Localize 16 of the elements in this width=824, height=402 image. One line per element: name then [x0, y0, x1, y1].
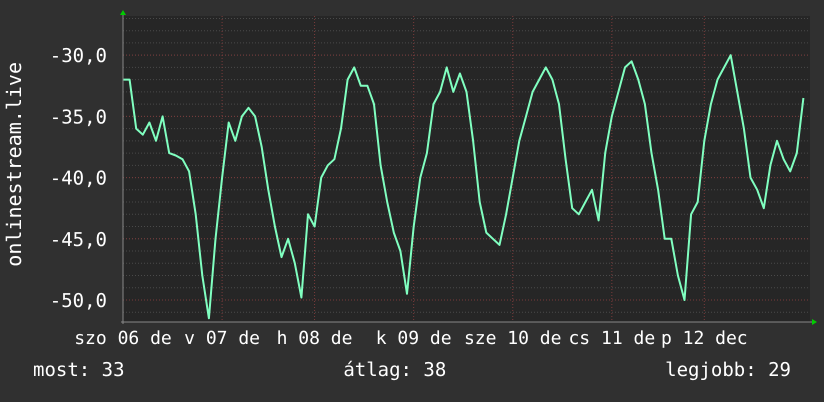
x-tick-label: v 07 de	[184, 328, 260, 349]
stat-text: most: 33	[33, 358, 125, 383]
x-tick-label: cs 11 de	[568, 328, 656, 349]
x-tick-label: h 08 de	[276, 328, 352, 349]
x-tick-label: szo 06 de	[74, 328, 172, 349]
y-tick-label: -50,0	[50, 290, 107, 312]
y-tick-label: -30,0	[50, 45, 107, 68]
stat-text: átlag: 38	[343, 358, 446, 383]
y-tick-label: -40,0	[50, 168, 107, 190]
x-tick-label: p 12 dec	[660, 328, 748, 349]
stat-text: legjobb: 29	[665, 358, 791, 383]
x-tick-label: sze 10 de	[464, 328, 562, 349]
y-tick-label: -45,0	[50, 228, 107, 251]
y-axis-title: onlinestream.live	[4, 62, 24, 266]
y-tick-label: -35,0	[50, 106, 107, 128]
x-tick-label: k 09 de	[376, 328, 452, 349]
